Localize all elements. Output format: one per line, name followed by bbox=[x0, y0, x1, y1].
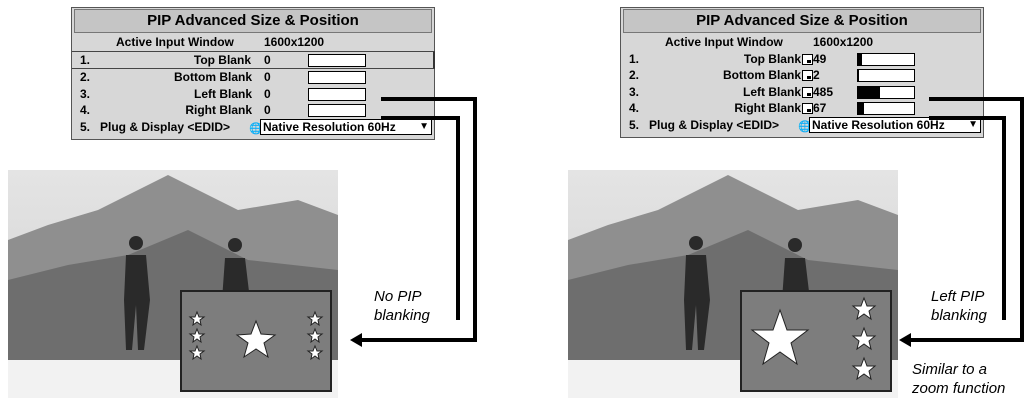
panel-title: PIP Advanced Size & Position bbox=[74, 9, 432, 33]
edid-dropdown[interactable]: Native Resolution 60Hz ▼ bbox=[260, 118, 432, 135]
right-osd-panel: PIP Advanced Size & Position Active Inpu… bbox=[620, 7, 984, 138]
menu-row-bottom-blank[interactable]: 2. Bottom Blank 0 bbox=[72, 69, 434, 86]
row-value: 67 bbox=[813, 101, 827, 115]
left-osd-panel: PIP Advanced Size & Position Active Inpu… bbox=[71, 7, 435, 140]
menu-row-right-blank[interactable]: 4. Right Blank 0 bbox=[72, 102, 434, 119]
zoom-note: Similar to a zoom function bbox=[912, 360, 1005, 398]
slider-bar[interactable] bbox=[308, 104, 366, 117]
row-value: 0 bbox=[264, 70, 271, 84]
menu-row-top-blank[interactable]: 1. Top Blank 0 bbox=[72, 50, 435, 69]
arrow-head-left bbox=[350, 333, 362, 347]
row-value: 0 bbox=[264, 103, 271, 117]
row-number: 1. bbox=[629, 51, 640, 66]
active-input-row: Active Input Window 1600x1200 bbox=[72, 34, 434, 51]
row-label: Top Blank bbox=[743, 51, 801, 66]
menu-row-left-blank[interactable]: 3. Left Blank 0 bbox=[72, 86, 434, 103]
menu-row-top-blank[interactable]: 1. Top Blank 49 bbox=[621, 51, 983, 68]
row-value: 0 bbox=[264, 52, 271, 67]
row-number: 4. bbox=[80, 103, 91, 117]
slider-fill bbox=[858, 53, 862, 65]
active-input-row: Active Input Window 1600x1200 bbox=[621, 34, 983, 51]
caption-line: Left PIP bbox=[931, 288, 985, 305]
row-number: 3. bbox=[629, 84, 640, 99]
slider-mode-icon bbox=[802, 53, 813, 65]
triangle-down-icon[interactable]: ▼ bbox=[419, 120, 429, 134]
row-label: Plug & Display <EDID> bbox=[649, 117, 780, 132]
row-value: 0 bbox=[264, 86, 271, 101]
slider-mode-icon bbox=[802, 70, 813, 81]
row-number: 2. bbox=[80, 70, 91, 84]
slider-fill bbox=[858, 70, 860, 81]
menu-row-plug-display[interactable]: 5. Plug & Display <EDID> 🌐 Native Resolu… bbox=[72, 118, 434, 139]
left-main-image bbox=[8, 170, 338, 398]
note-line: Similar to a bbox=[912, 361, 988, 378]
slider-bar[interactable] bbox=[857, 85, 915, 99]
left-caption: No PIP blanking bbox=[374, 287, 430, 325]
slider-mode-icon bbox=[802, 86, 813, 98]
menu-row-plug-display[interactable]: 5. Plug & Display <EDID> 🌐 Native Resolu… bbox=[621, 116, 983, 137]
row-number: 5. bbox=[80, 119, 91, 134]
menu-row-left-blank[interactable]: 3. Left Blank 485 bbox=[621, 84, 983, 101]
row-number: 3. bbox=[80, 86, 91, 101]
slider-bar[interactable] bbox=[857, 69, 915, 82]
arrow-head-right bbox=[899, 333, 911, 347]
row-label: Bottom Blank bbox=[174, 70, 252, 84]
slider-mode-icon bbox=[802, 103, 813, 114]
slider-bar[interactable] bbox=[857, 102, 915, 115]
edid-dropdown[interactable]: Native Resolution 60Hz ▼ bbox=[809, 116, 981, 133]
right-main-image bbox=[568, 170, 898, 398]
caption-line: blanking bbox=[374, 307, 430, 324]
caption-line: blanking bbox=[931, 307, 987, 324]
active-input-value: 1600x1200 bbox=[813, 35, 874, 49]
dropdown-value: Native Resolution 60Hz bbox=[263, 119, 396, 134]
row-label: Top Blank bbox=[193, 52, 251, 67]
active-input-label: Active Input Window bbox=[116, 35, 234, 49]
dropdown-value: Native Resolution 60Hz bbox=[812, 117, 945, 132]
row-value: 49 bbox=[813, 51, 827, 66]
slider-bar[interactable] bbox=[308, 53, 366, 67]
row-value: 485 bbox=[813, 84, 834, 99]
row-label: Left Blank bbox=[193, 86, 252, 101]
right-caption: Left PIP blanking bbox=[931, 287, 987, 325]
panel-title: PIP Advanced Size & Position bbox=[623, 9, 981, 33]
menu-row-right-blank[interactable]: 4. Right Blank 67 bbox=[621, 100, 983, 117]
row-number: 4. bbox=[629, 101, 640, 115]
menu-row-bottom-blank[interactable]: 2. Bottom Blank 2 bbox=[621, 67, 983, 84]
triangle-down-icon[interactable]: ▼ bbox=[968, 118, 978, 132]
note-line: zoom function bbox=[912, 380, 1006, 397]
row-number: 2. bbox=[629, 68, 640, 82]
active-input-value: 1600x1200 bbox=[264, 35, 325, 49]
row-label: Plug & Display <EDID> bbox=[100, 119, 231, 134]
slider-bar[interactable] bbox=[308, 71, 366, 84]
row-number: 5. bbox=[629, 117, 640, 132]
row-label: Right Blank bbox=[734, 101, 801, 115]
row-label: Right Blank bbox=[185, 103, 252, 117]
slider-fill bbox=[858, 103, 864, 114]
active-input-label: Active Input Window bbox=[665, 35, 783, 49]
slider-bar[interactable] bbox=[308, 87, 366, 101]
slider-bar[interactable] bbox=[857, 52, 915, 66]
slider-fill bbox=[858, 86, 881, 98]
row-number: 1. bbox=[80, 52, 91, 67]
caption-line: No PIP bbox=[374, 288, 422, 305]
row-label: Left Blank bbox=[742, 84, 801, 99]
row-value: 2 bbox=[813, 68, 820, 82]
row-label: Bottom Blank bbox=[723, 68, 801, 82]
